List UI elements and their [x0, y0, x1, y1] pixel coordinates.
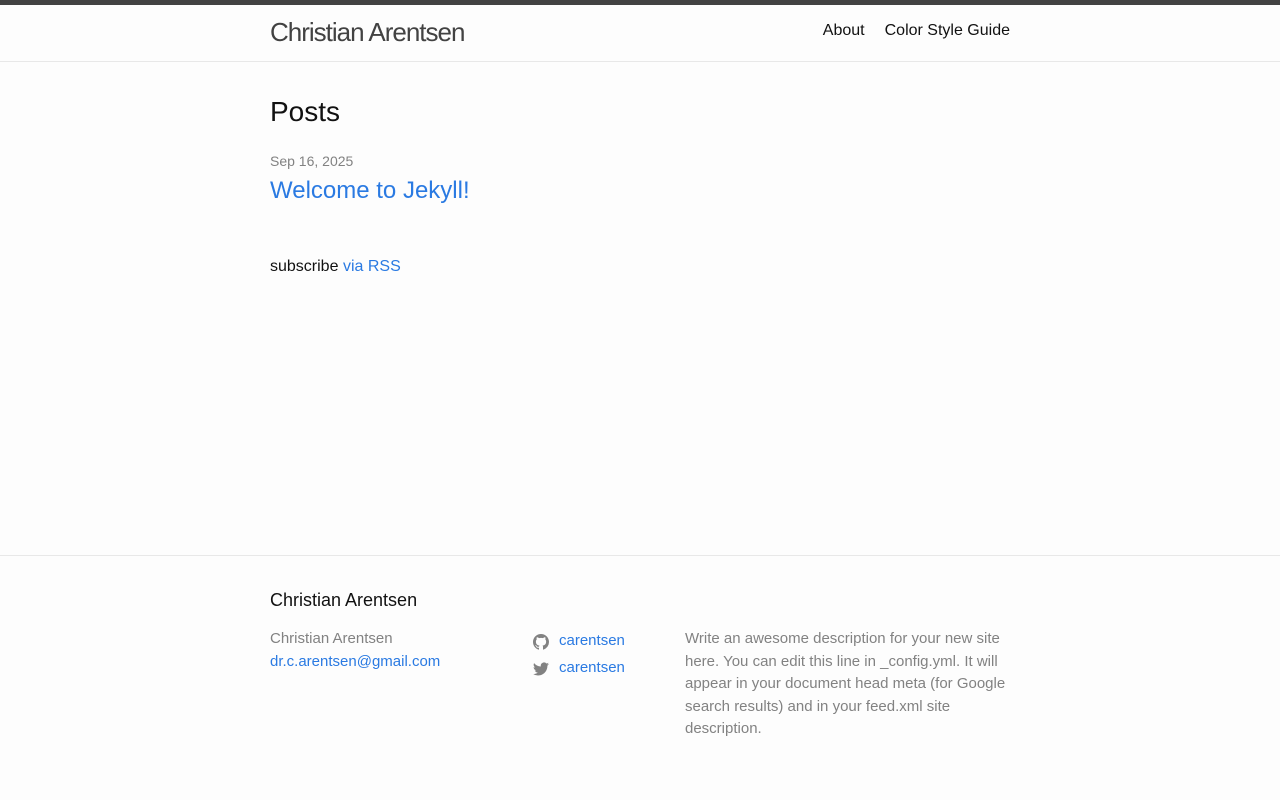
post-date: Sep 16, 2025	[270, 153, 354, 169]
footer-name: Christian Arentsen	[270, 630, 393, 647]
rss-link[interactable]: via RSS	[343, 258, 401, 275]
site-description: Write an awesome description for your ne…	[685, 630, 1006, 737]
twitter-username-link[interactable]: carentsen	[559, 657, 625, 680]
site-footer: Christian Arentsen Christian Arentsen dr…	[0, 555, 1280, 800]
social-item-github: carentsen	[533, 628, 625, 655]
post-title-link[interactable]: Welcome to Jekyll!	[270, 176, 470, 206]
site-header: Christian Arentsen About Color Style Gui…	[0, 5, 1280, 62]
footer-contact: Christian Arentsen dr.c.arentsen@gmail.c…	[270, 628, 440, 673]
footer-heading: Christian Arentsen	[270, 590, 418, 610]
github-icon	[533, 633, 549, 650]
page-heading: Posts	[270, 96, 341, 127]
footer-email-link[interactable]: dr.c.arentsen@gmail.com	[270, 651, 440, 674]
footer-social: carentsen carentsen	[533, 628, 625, 682]
nav-link-color-style-guide[interactable]: Color Style Guide	[885, 21, 1010, 41]
rss-prefix: subscribe	[270, 258, 339, 275]
nav-link-about[interactable]: About	[823, 21, 865, 41]
site-title-link[interactable]: Christian Arentsen	[270, 17, 465, 47]
twitter-icon	[533, 661, 549, 675]
site-nav: About Color Style Guide	[823, 21, 1010, 41]
rss-subscribe: subscribe via RSS	[270, 257, 401, 277]
github-username-link[interactable]: carentsen	[559, 630, 625, 653]
social-item-twitter: carentsen	[533, 655, 625, 682]
